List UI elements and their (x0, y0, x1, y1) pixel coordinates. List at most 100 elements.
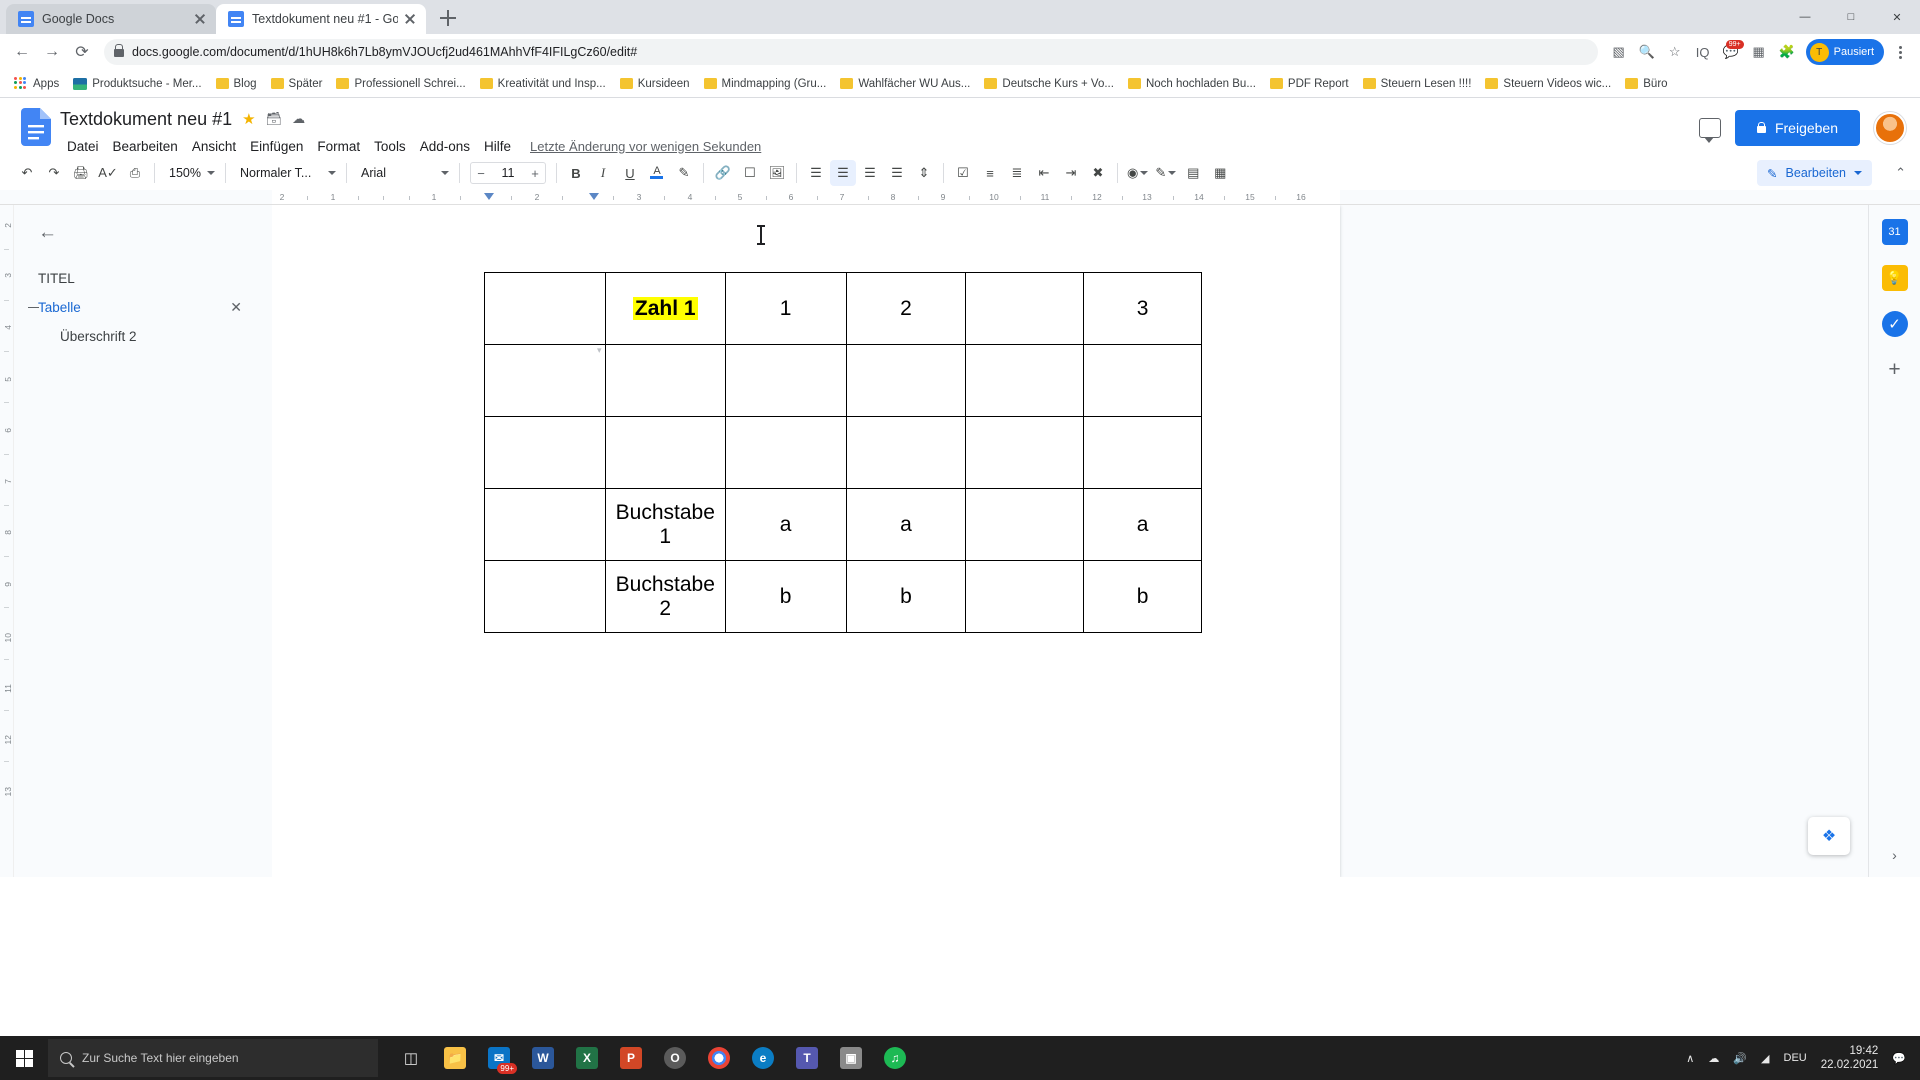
table-cell[interactable] (1083, 416, 1202, 489)
paint-format-icon[interactable]: ⎙ (122, 160, 148, 186)
calendar-icon[interactable]: 31 (1881, 219, 1908, 245)
decrease-indent-icon[interactable]: ⇤ (1031, 160, 1057, 186)
explore-button[interactable]: ❖ (1808, 817, 1850, 855)
apps-grid-icon[interactable]: ▦ (1746, 39, 1772, 65)
table-row[interactable]: Buchstabe 1 a a a (484, 488, 1202, 561)
table-cell-handle-icon[interactable]: ▾ (597, 345, 602, 356)
document-canvas[interactable]: Zahl 1 1 2 3 Buchstabe 1 a a a Buchstabe… (272, 205, 1920, 877)
bookmark-kreativitaet[interactable]: Kreativität und Insp... (474, 75, 612, 93)
bookmark-produktsuche[interactable]: Produktsuche - Mer... (67, 75, 207, 93)
insert-link-icon[interactable]: 🔗 (710, 160, 736, 186)
clear-formatting-icon[interactable]: ✖ (1085, 160, 1111, 186)
profile-chip[interactable]: T Pausiert (1805, 39, 1884, 65)
menu-hilfe[interactable]: Hilfe (477, 136, 518, 157)
table-cell[interactable]: b (1083, 560, 1202, 633)
share-button[interactable]: Freigeben (1734, 110, 1860, 146)
table-row[interactable] (484, 416, 1202, 489)
highlight-color-icon[interactable]: ✎ (671, 160, 697, 186)
table-cell[interactable] (845, 416, 967, 489)
horizontal-ruler[interactable]: 2 1 1 2 3 4 5 6 7 8 9 10 11 12 13 14 15 … (0, 190, 1920, 205)
table-cell[interactable]: a (724, 488, 847, 561)
extensions-puzzle-icon[interactable]: 🧩 (1774, 39, 1800, 65)
table-cell[interactable] (724, 344, 847, 417)
font-size-stepper[interactable]: − 11 + (469, 162, 546, 184)
chrome-icon[interactable] (700, 1038, 738, 1078)
minimize-button[interactable]: — (1782, 0, 1828, 34)
zoom-level-dropdown[interactable]: 150% (161, 160, 219, 186)
align-right-icon[interactable]: ☰ (857, 160, 883, 186)
table-cell[interactable] (965, 272, 1085, 345)
bookmark-apps[interactable]: Apps (8, 74, 65, 94)
maximize-button[interactable]: □ (1828, 0, 1874, 34)
align-center-icon[interactable]: ☰ (829, 160, 856, 186)
table-row[interactable] (484, 344, 1202, 417)
docs-logo-icon[interactable] (16, 106, 56, 160)
clock[interactable]: 19:42 22.02.2021 (1821, 1044, 1879, 1072)
bookmark-star-icon[interactable]: ☆ (1662, 39, 1688, 65)
menu-addons[interactable]: Add-ons (413, 136, 477, 157)
bold-button[interactable]: B (563, 160, 589, 186)
mail-icon[interactable]: ✉ 99+ (480, 1038, 518, 1078)
word-icon[interactable]: W (524, 1038, 562, 1078)
account-avatar[interactable] (1874, 112, 1906, 144)
table-cell[interactable] (965, 488, 1085, 561)
photos-icon[interactable]: ▣ (832, 1038, 870, 1078)
redo-icon[interactable]: ↷ (41, 160, 67, 186)
italic-button[interactable]: I (590, 160, 616, 186)
line-spacing-icon[interactable]: ⇕ (911, 160, 937, 186)
bookmark-deutsche-kurs[interactable]: Deutsche Kurs + Vo... (978, 75, 1120, 93)
expand-rail-icon[interactable]: › (1892, 847, 1897, 863)
menu-bearbeiten[interactable]: Bearbeiten (106, 136, 185, 157)
bookmark-buero[interactable]: Büro (1619, 75, 1673, 93)
right-indent-marker[interactable] (589, 193, 599, 200)
file-explorer-icon[interactable]: 📁 (436, 1038, 474, 1078)
menu-einfuegen[interactable]: Einfügen (243, 136, 310, 157)
align-left-icon[interactable]: ☰ (803, 160, 829, 186)
back-icon[interactable]: ← (8, 38, 36, 66)
task-view-icon[interactable]: ◫ (392, 1038, 430, 1078)
notification-extension-icon[interactable]: 💬 99+ (1718, 39, 1744, 65)
tasks-icon[interactable]: ✓ (1881, 311, 1908, 337)
address-bar[interactable]: docs.google.com/document/d/1hUH8k6h7Lb8y… (104, 39, 1598, 65)
align-justify-icon[interactable]: ☰ (884, 160, 910, 186)
table-cell[interactable] (1083, 344, 1202, 417)
menu-tools[interactable]: Tools (367, 136, 413, 157)
add-comment-icon[interactable]: ☐ (737, 160, 763, 186)
table-cell[interactable]: b (845, 560, 967, 633)
chrome-menu-icon[interactable] (1888, 39, 1912, 65)
bookmark-professionell-schreiben[interactable]: Professionell Schrei... (330, 75, 471, 93)
network-icon[interactable]: ◢ (1761, 1052, 1769, 1065)
outline-item-titel[interactable]: TITEL (38, 264, 252, 293)
left-indent-marker[interactable] (484, 193, 494, 200)
paragraph-style-dropdown[interactable]: Normaler T... (232, 160, 340, 186)
fill-color-icon[interactable]: ◉ (1124, 160, 1151, 186)
bookmark-kursideen[interactable]: Kursideen (614, 75, 696, 93)
table-cell[interactable] (604, 416, 726, 489)
table-cell[interactable]: b (724, 560, 847, 633)
collapse-toolbar-icon[interactable]: ⌃ (1895, 165, 1906, 181)
edit-mode-button[interactable]: ✎ Bearbeiten (1757, 160, 1872, 186)
table-cell[interactable] (484, 272, 606, 345)
table-cell[interactable] (965, 560, 1085, 633)
checklist-icon[interactable]: ☑ (950, 160, 976, 186)
font-size-value[interactable]: 11 (491, 166, 525, 180)
window-close-button[interactable]: ✕ (1874, 0, 1920, 34)
zoom-icon[interactable]: 🔍 (1634, 39, 1660, 65)
table-cell[interactable]: a (845, 488, 967, 561)
bookmark-wahlfaecher[interactable]: Wahlfächer WU Aus... (834, 75, 976, 93)
volume-icon[interactable]: 🔊 (1733, 1052, 1747, 1065)
table-cell[interactable] (484, 416, 606, 489)
increase-indent-icon[interactable]: ⇥ (1058, 160, 1084, 186)
spotify-icon[interactable]: ♫ (876, 1038, 914, 1078)
table-cell[interactable] (965, 416, 1085, 489)
text-color-icon[interactable]: A (644, 160, 670, 186)
bookmark-blog[interactable]: Blog (210, 75, 263, 93)
teams-icon[interactable]: T (788, 1038, 826, 1078)
underline-button[interactable]: U (617, 160, 643, 186)
close-icon[interactable] (402, 11, 418, 27)
iq-extension-icon[interactable]: IQ (1690, 39, 1716, 65)
table-cell[interactable]: 3 (1083, 272, 1202, 345)
keep-icon[interactable]: 💡 (1881, 265, 1908, 291)
table-cell[interactable] (484, 344, 606, 417)
browser-tab-1[interactable]: Textdokument neu #1 - Google D (216, 4, 426, 34)
